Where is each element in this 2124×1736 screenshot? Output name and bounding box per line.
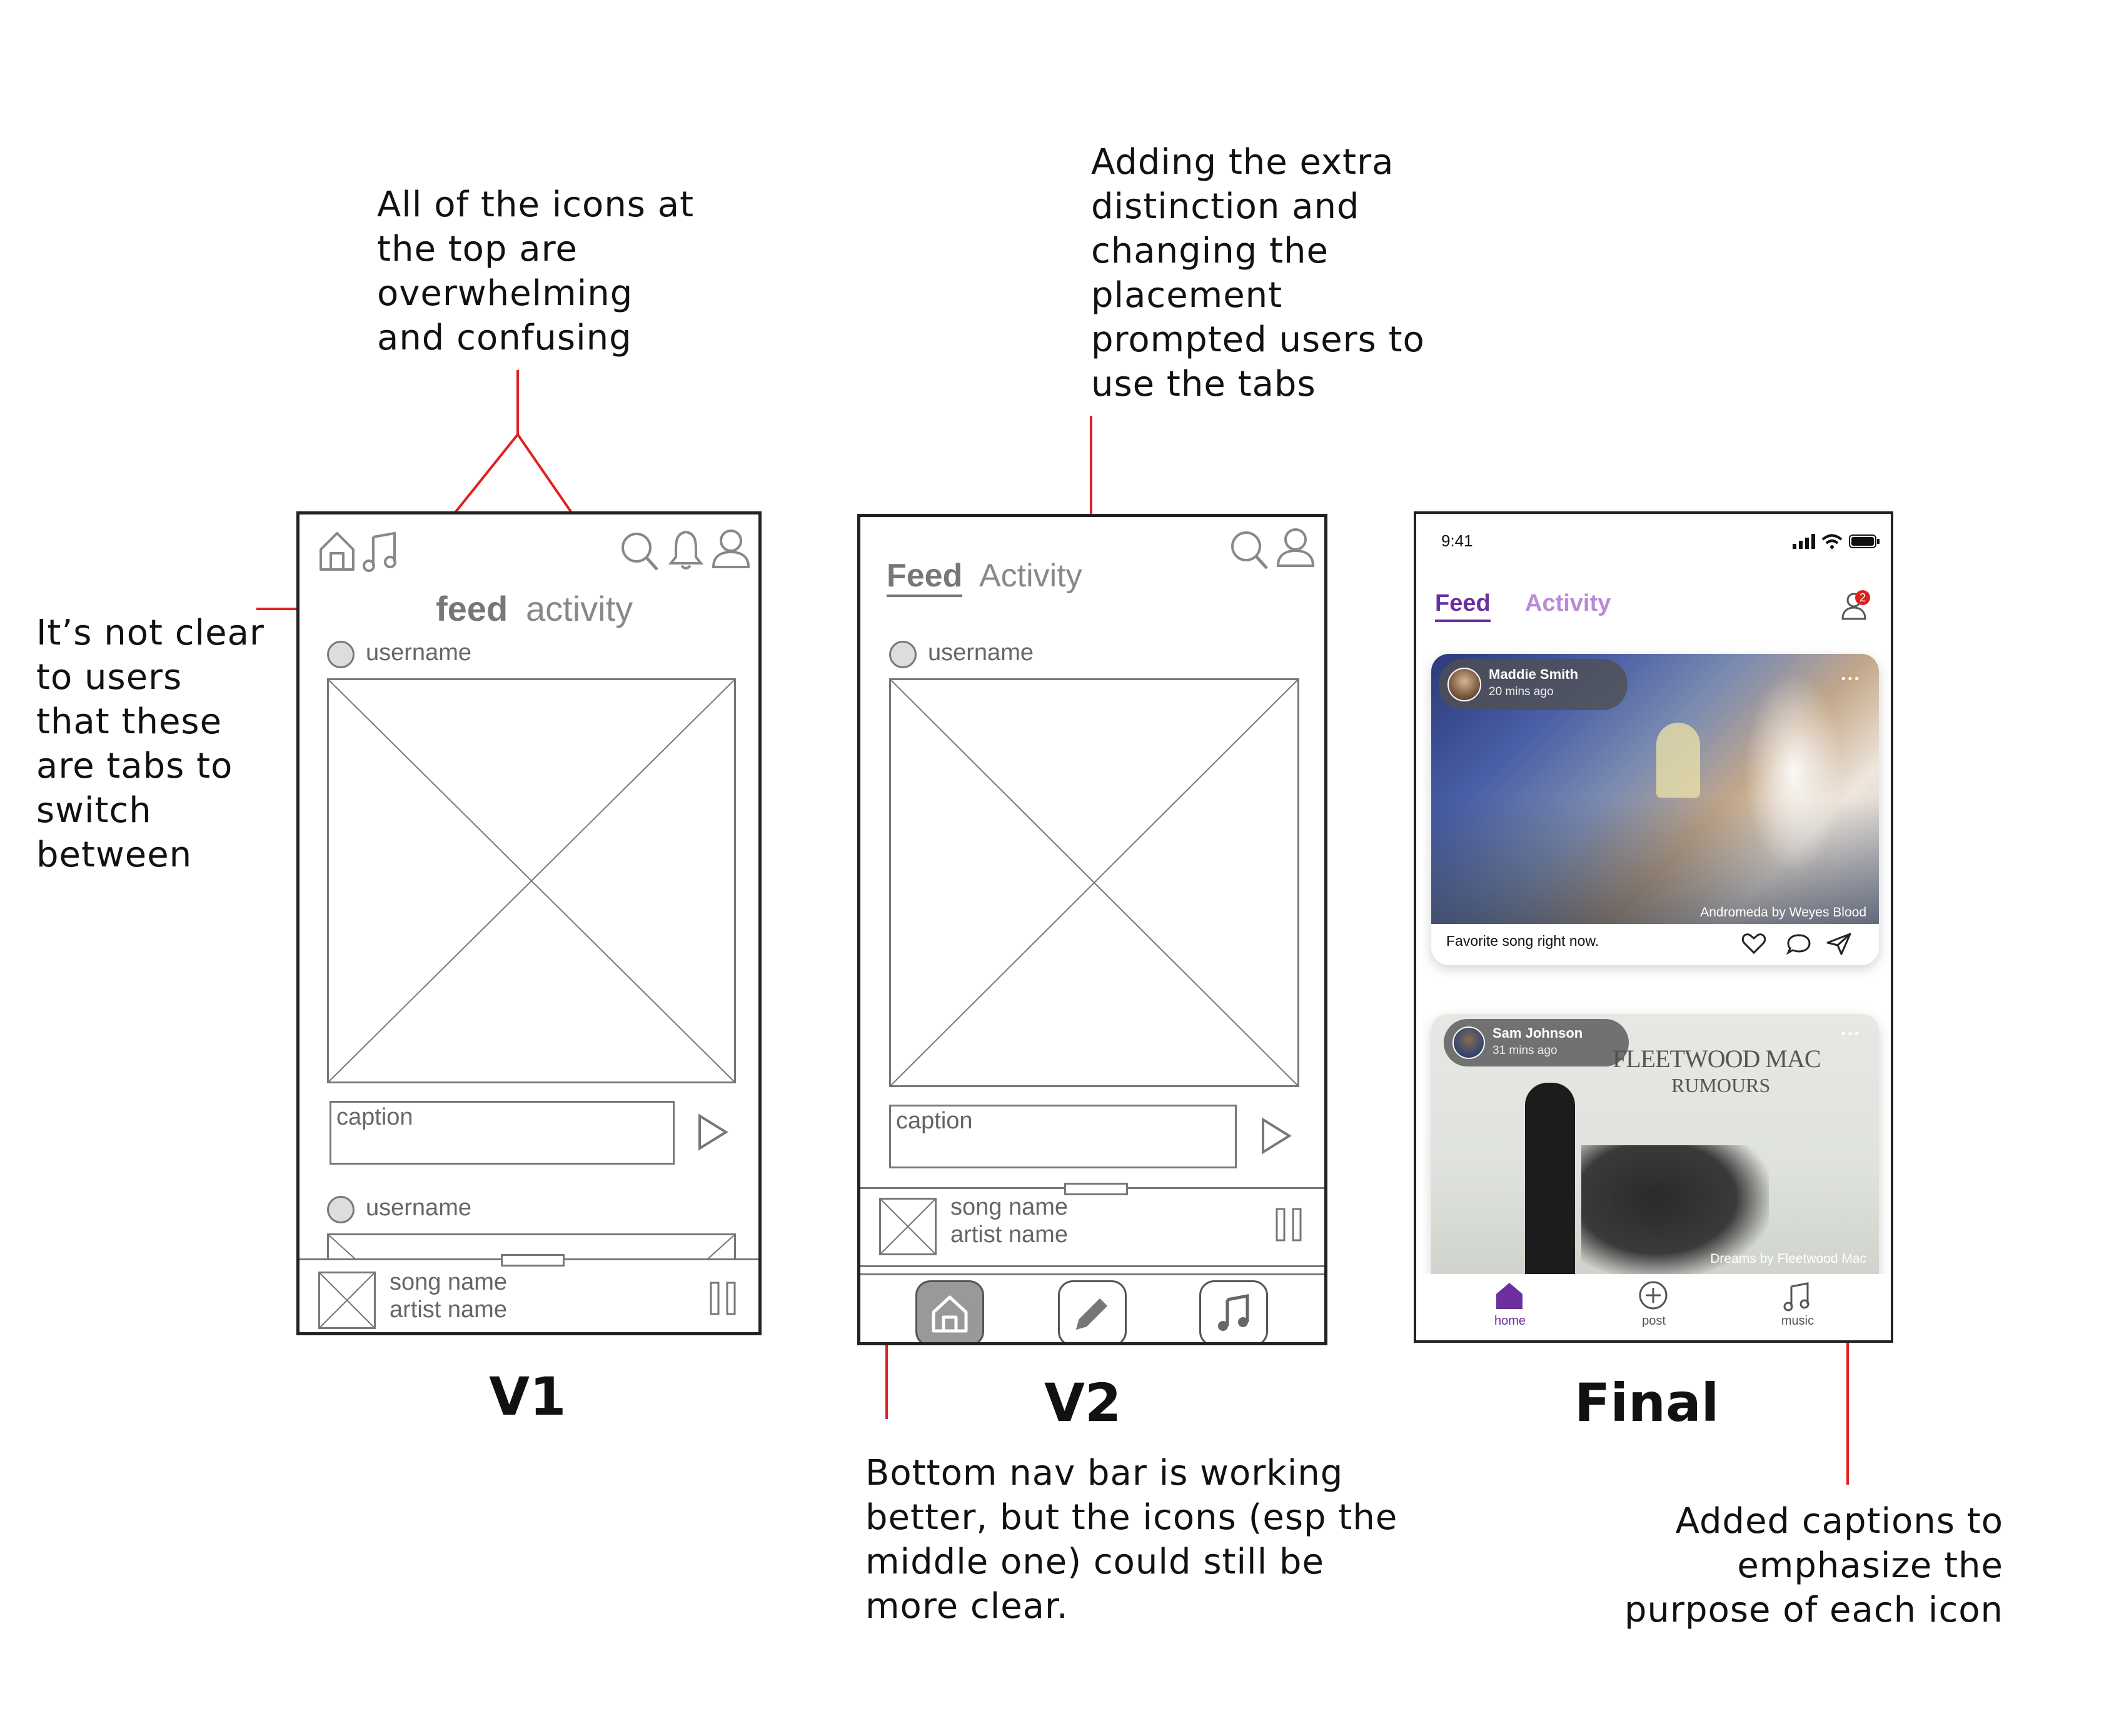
- home-icon: [1496, 1283, 1523, 1309]
- caption-placeholder: caption: [896, 1108, 973, 1134]
- bottom-nav: [860, 1273, 1324, 1342]
- search-icon[interactable]: [1229, 529, 1269, 571]
- song-credit: Andromeda by Weyes Blood: [1700, 905, 1866, 920]
- nav-post-button[interactable]: [1058, 1280, 1127, 1342]
- album-title: FLEETWOOD MAC: [1613, 1045, 1821, 1073]
- song-name: song name: [390, 1269, 508, 1295]
- wireframe-v2: Feed Activity username caption song name…: [857, 514, 1327, 1345]
- caption-input[interactable]: caption: [330, 1101, 675, 1165]
- plus-circle-icon: [1639, 1281, 1668, 1310]
- battery-icon: [1849, 534, 1880, 548]
- nav-home-label: home: [1494, 1314, 1526, 1328]
- avatar: [327, 641, 355, 668]
- send-icon[interactable]: [697, 1113, 728, 1151]
- username-label: username: [366, 1195, 471, 1221]
- drag-handle[interactable]: [1064, 1183, 1128, 1195]
- music-note-icon: [1218, 1293, 1249, 1331]
- post-caption: Favorite song right now.: [1446, 933, 1599, 949]
- post-time: 31 mins ago: [1492, 1044, 1558, 1057]
- avatar: [327, 1196, 355, 1223]
- wifi-icon: [1821, 534, 1843, 549]
- artist-name: artist name: [390, 1297, 507, 1323]
- drag-handle[interactable]: [501, 1254, 565, 1267]
- nav-music-button[interactable]: [1199, 1280, 1268, 1342]
- mini-player[interactable]: song name artist name: [860, 1183, 1324, 1267]
- user-pill[interactable]: Maddie Smith 20 mins ago: [1439, 659, 1628, 710]
- bell-icon[interactable]: [668, 528, 704, 569]
- tab-activity[interactable]: Activity: [1525, 590, 1611, 617]
- song-name: song name: [950, 1194, 1069, 1220]
- album-art-placeholder: [879, 1198, 937, 1255]
- caption-placeholder: caption: [336, 1104, 413, 1130]
- image-placeholder: [327, 678, 736, 1083]
- more-options-icon[interactable]: •••: [1840, 673, 1860, 686]
- pause-icon[interactable]: [1276, 1208, 1303, 1243]
- annotation-icons-top: All of the icons at the top are overwhel…: [377, 184, 695, 358]
- username-label: username: [928, 640, 1034, 666]
- comment-icon[interactable]: [1786, 933, 1811, 955]
- annotation-extra-distinction: Adding the extra distinction and changin…: [1091, 142, 1425, 404]
- tab-feed[interactable]: Feed: [1435, 590, 1491, 622]
- nav-post-label: post: [1642, 1314, 1666, 1328]
- tab-feed[interactable]: Feed: [887, 557, 963, 597]
- avatar: [1452, 1026, 1485, 1059]
- music-note-icon: [1783, 1282, 1809, 1312]
- avatar: [1447, 668, 1481, 701]
- avatar: [889, 641, 917, 668]
- final-design: 9:41 Feed Activity 2 Andromeda by Weyes …: [1414, 511, 1893, 1343]
- annotation-bottom-nav: Bottom nav bar is working better, but th…: [865, 1453, 1398, 1627]
- mini-player[interactable]: song name artist name: [299, 1254, 758, 1332]
- album-subtitle: RUMOURS: [1671, 1074, 1771, 1096]
- nav-music-label: music: [1781, 1314, 1814, 1328]
- music-note-icon[interactable]: [362, 531, 400, 572]
- post-card: Andromeda by Weyes Blood Maddie Smith 20…: [1431, 654, 1879, 965]
- notification-badge: 2: [1855, 590, 1870, 605]
- home-icon: [932, 1295, 968, 1333]
- bottom-nav: home post music: [1416, 1274, 1891, 1340]
- home-icon[interactable]: [318, 531, 356, 572]
- tab-feed[interactable]: feed: [436, 588, 508, 629]
- annotation-tabs-unclear: It’s not clear to users that these are t…: [36, 613, 264, 875]
- share-icon[interactable]: [1826, 933, 1851, 955]
- tab-activity[interactable]: Activity: [979, 557, 1082, 595]
- username-label: username: [366, 640, 471, 666]
- post-time: 20 mins ago: [1489, 685, 1554, 698]
- figure-left: [1525, 1083, 1575, 1277]
- label-v1: V1: [489, 1366, 566, 1427]
- artist-name: artist name: [950, 1222, 1068, 1248]
- label-final: Final: [1574, 1372, 1719, 1433]
- tab-activity[interactable]: activity: [526, 588, 633, 629]
- heart-icon[interactable]: [1741, 933, 1766, 955]
- wireframe-v1: feed activity username caption username …: [296, 511, 762, 1335]
- label-v2: V2: [1044, 1372, 1122, 1433]
- user-pill[interactable]: Sam Johnson 31 mins ago: [1444, 1019, 1629, 1066]
- song-credit: Dreams by Fleetwood Mac: [1710, 1252, 1866, 1266]
- nav-home-button[interactable]: [915, 1280, 984, 1342]
- pause-icon[interactable]: [710, 1282, 737, 1317]
- nav-music[interactable]: music: [1766, 1280, 1829, 1340]
- post-card: FLEETWOOD MAC RUMOURS Dreams by Fleetwoo…: [1431, 1014, 1879, 1277]
- status-time: 9:41: [1441, 531, 1473, 550]
- pencil-icon: [1075, 1298, 1108, 1330]
- caption-input[interactable]: caption: [889, 1105, 1237, 1168]
- post-username: Sam Johnson: [1492, 1025, 1583, 1041]
- profile-icon[interactable]: [711, 528, 751, 569]
- more-options-icon[interactable]: •••: [1840, 1028, 1860, 1041]
- nav-post[interactable]: post: [1623, 1280, 1685, 1340]
- nav-home[interactable]: home: [1479, 1280, 1541, 1340]
- album-art-placeholder: [318, 1272, 376, 1329]
- post-username: Maddie Smith: [1489, 666, 1579, 682]
- annotation-captions: Added captions to emphasize the purpose …: [1624, 1501, 2003, 1630]
- signal-icon: [1793, 534, 1815, 549]
- image-placeholder: [889, 678, 1299, 1087]
- send-icon[interactable]: [1261, 1117, 1292, 1155]
- search-icon[interactable]: [620, 531, 660, 572]
- profile-icon[interactable]: [1276, 527, 1316, 568]
